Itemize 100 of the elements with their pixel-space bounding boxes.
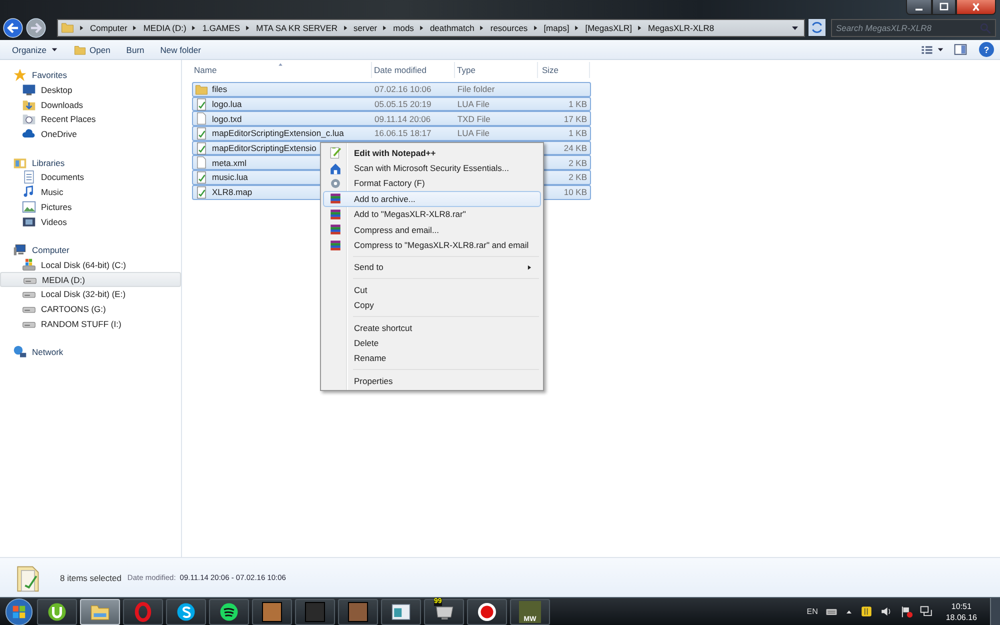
navigation-item[interactable]: MEDIA (D:): [0, 272, 181, 287]
star-icon: [13, 68, 27, 82]
network-icon[interactable]: [920, 605, 933, 618]
taskbar-button[interactable]: [209, 598, 249, 624]
address-bar[interactable]: Computer MEDIA (D:) 1.GAMES MTA SA KR SERVER server mods deathmatch resources [maps] [MegasXLR] MegasXLR-XLR8: [57, 18, 805, 36]
refresh-icon[interactable]: [808, 19, 826, 36]
windows-start-icon[interactable]: [4, 598, 34, 625]
menu-item[interactable]: Copy: [323, 298, 541, 313]
file-row[interactable]: logo.txd 09.11.14 20:06 TXD File 17 KB: [192, 111, 591, 126]
breadcrumb-link[interactable]: Computer: [90, 22, 128, 32]
window-icon: [391, 602, 411, 622]
menu-item[interactable]: Cut: [323, 282, 541, 298]
chevron-icon: [342, 24, 349, 32]
navigation-item[interactable]: Recent Places: [0, 112, 181, 127]
menu-item[interactable]: Edit with Notepad++: [323, 145, 541, 160]
close-icon[interactable]: [956, 0, 996, 15]
menu-item[interactable]: Add to archive...: [323, 191, 541, 207]
toolbar-button[interactable]: Burn: [120, 42, 150, 56]
file-name: XLR8.map: [212, 187, 252, 198]
breadcrumb-link[interactable]: 1.GAMES: [202, 22, 240, 32]
navigation-item[interactable]: Desktop: [0, 82, 181, 98]
folder-icon: [195, 82, 208, 96]
navigation-item[interactable]: Pictures: [0, 200, 181, 214]
navigation-item[interactable]: Network: [0, 345, 181, 360]
file-name: logo.txd: [212, 114, 242, 124]
navigation-item[interactable]: Libraries: [0, 155, 181, 170]
navigation-item[interactable]: Local Disk (64-bit) (C:): [0, 258, 181, 272]
file-icon: [195, 112, 208, 126]
windows-drive-icon: [22, 258, 36, 272]
file-row[interactable]: files 07.02.16 10:06 File folder: [192, 82, 591, 97]
maximize-icon[interactable]: [932, 0, 956, 15]
file-icon: [195, 156, 208, 170]
size-cell: 1 KB: [568, 99, 588, 110]
taskbar-button[interactable]: [381, 598, 421, 624]
gear-icon: [328, 176, 342, 190]
navigation-item[interactable]: CARTOONS (G:): [0, 302, 181, 316]
file-name: music.lua: [212, 172, 248, 182]
breadcrumb-link[interactable]: resources: [490, 22, 528, 32]
breadcrumb-link[interactable]: [maps]: [544, 22, 570, 32]
toolbar-button[interactable]: Open: [68, 42, 116, 58]
chevron-icon: [79, 24, 85, 32]
column-header[interactable]: Name: [192, 62, 372, 78]
menu-item[interactable]: Scan with Microsoft Security Essentials...: [323, 160, 541, 176]
minimize-icon[interactable]: [906, 0, 932, 15]
search-field[interactable]: Search MegasXLR-XLR8: [831, 18, 996, 36]
script-file-icon: [195, 126, 208, 140]
music-note-icon: [22, 185, 36, 200]
navigation-item[interactable]: OneDrive: [0, 126, 181, 142]
help-button[interactable]: ?: [979, 42, 994, 57]
speaker-icon[interactable]: [880, 605, 893, 618]
column-header[interactable]: Type: [455, 62, 538, 78]
menu-item[interactable]: Compress to "MegasXLR-XLR8.rar" and email: [323, 237, 541, 253]
breadcrumb-link[interactable]: server: [354, 22, 378, 32]
caret-down-icon[interactable]: [791, 24, 799, 32]
menu-item[interactable]: Send to: [323, 260, 541, 276]
library-icon: [13, 156, 27, 170]
navigation-item[interactable]: RANDOM STUFF (I:): [0, 316, 181, 331]
taskbar-button[interactable]: [467, 598, 507, 624]
navigation-item[interactable]: Local Disk (32-bit) (E:): [0, 286, 181, 302]
navigation-item[interactable]: Computer: [0, 242, 181, 258]
preview-pane-icon[interactable]: [954, 43, 967, 56]
column-header[interactable]: Size: [538, 62, 590, 78]
file-row[interactable]: logo.lua 05.05.15 20:19 LUA File 1 KB: [192, 96, 591, 112]
menu-item[interactable]: Properties: [323, 373, 541, 388]
menu-item[interactable]: Rename: [323, 350, 541, 366]
taskbar-button[interactable]: [166, 598, 206, 624]
navigation-item[interactable]: Downloads: [0, 97, 181, 112]
chevron-icon: [191, 24, 198, 32]
menu-item[interactable]: Delete: [323, 335, 541, 351]
breadcrumb-link[interactable]: MEDIA (D:): [143, 22, 186, 32]
menu-item[interactable]: Compress and email...: [323, 222, 541, 238]
clock[interactable]: 10:51 18.06.16: [946, 600, 977, 622]
toolbar-button[interactable]: Organize: [6, 42, 64, 56]
breadcrumb-link[interactable]: mods: [393, 22, 414, 32]
notepad-icon: [328, 146, 342, 160]
menu-item[interactable]: Format Factory (F): [323, 176, 541, 192]
toolbar-button[interactable]: New folder: [154, 42, 207, 56]
breadcrumb-link[interactable]: MTA SA KR SERVER: [256, 22, 338, 32]
column-header[interactable]: Date modified: [372, 62, 455, 78]
menu-item[interactable]: Add to "MegasXLR-XLR8.rar": [323, 206, 541, 222]
breadcrumb-link[interactable]: deathmatch: [430, 22, 474, 32]
chevron-icon: [636, 24, 643, 32]
computer-icon: [13, 243, 27, 258]
language-indicator[interactable]: EN: [806, 607, 818, 616]
breadcrumb-link[interactable]: MegasXLR-XLR8: [648, 22, 714, 32]
ring-icon: [133, 602, 153, 622]
list-view-icon: [921, 44, 933, 56]
breadcrumb-link[interactable]: [MegasXLR]: [585, 22, 632, 32]
navigation-item[interactable]: Documents: [0, 170, 181, 185]
navigation-item[interactable]: Videos: [0, 214, 181, 229]
navigation-item[interactable]: Music: [0, 184, 181, 200]
search-icon: [980, 22, 991, 34]
type-cell: LUA File: [457, 128, 490, 138]
books-icon: [328, 192, 342, 206]
file-row[interactable]: mapEditorScriptingExtension_c.lua 16.06.15 18:17 LUA File 1 KB: [192, 126, 591, 141]
navigation-item[interactable]: Favorites: [0, 68, 181, 83]
menu-item[interactable]: Create shortcut: [323, 320, 541, 336]
network-icon: [13, 345, 27, 360]
flag-icon[interactable]: [900, 605, 913, 618]
taskbar-button[interactable]: [37, 598, 77, 624]
